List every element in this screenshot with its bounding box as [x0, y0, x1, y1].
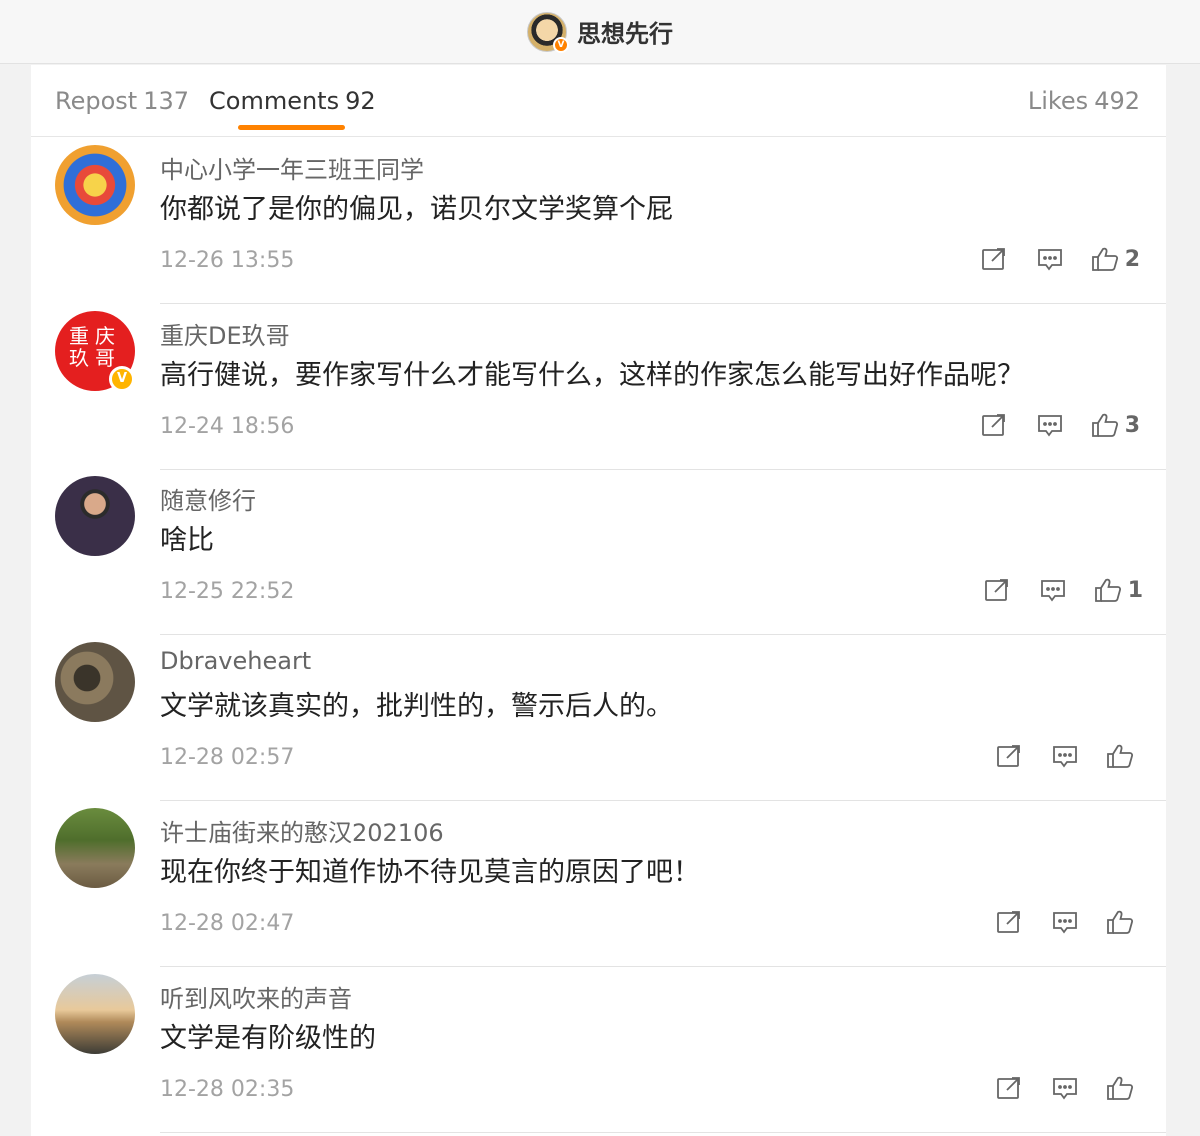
comment-timestamp: 12-26 13:55 — [160, 248, 295, 273]
comment-text: 啥比 — [160, 525, 214, 556]
comment-timestamp: 12-28 02:47 — [160, 911, 295, 936]
share-icon[interactable] — [979, 247, 1009, 271]
active-tab-indicator — [238, 125, 345, 130]
comment-username[interactable]: 听到风吹来的声音 — [160, 979, 352, 1014]
like-count: 3 — [1124, 412, 1140, 438]
verified-badge-icon: V — [553, 36, 569, 53]
account-name[interactable]: 思想先行 — [577, 14, 673, 49]
comment-actions — [994, 1073, 1140, 1103]
comment-actions — [994, 741, 1140, 771]
user-avatar[interactable] — [55, 974, 135, 1054]
user-avatar[interactable] — [55, 808, 135, 888]
comment-username[interactable]: 随意修行 — [160, 481, 256, 516]
account-header[interactable]: V 思想先行 — [527, 11, 673, 53]
comment-item: 重庆玖哥 V 重庆DE玖哥 高行健说，要作家写什么才能写什么，这样的作家怎么能写… — [31, 304, 1166, 470]
comment-text: 文学就该真实的，批判性的，警示后人的。 — [160, 691, 673, 722]
thumbs-up-icon — [1107, 910, 1134, 934]
comment-username[interactable]: 重庆DE玖哥 — [160, 316, 290, 351]
share-icon[interactable] — [994, 1076, 1024, 1100]
thumbs-up-icon — [1107, 744, 1134, 768]
like-button[interactable] — [1106, 1075, 1140, 1101]
user-avatar[interactable] — [55, 145, 135, 225]
user-avatar[interactable] — [55, 476, 135, 556]
share-icon[interactable] — [994, 910, 1024, 934]
tab-repost-label: Repost — [55, 87, 138, 115]
divider — [160, 1132, 1166, 1133]
thumbs-up-icon — [1091, 247, 1118, 271]
like-button[interactable]: 1 — [1094, 577, 1143, 603]
comment-item: Dbraveheart 文学就该真实的，批判性的，警示后人的。 12-28 02… — [31, 635, 1166, 801]
like-count: 2 — [1124, 246, 1140, 272]
share-icon[interactable] — [982, 578, 1012, 602]
tab-comments-count: 92 — [345, 87, 376, 115]
like-button[interactable] — [1106, 909, 1140, 935]
tab-repost[interactable]: Repost 137 — [55, 87, 189, 115]
thumbs-up-icon — [1091, 413, 1118, 437]
comment-icon[interactable] — [1050, 910, 1080, 934]
comment-timestamp: 12-25 22:52 — [160, 579, 295, 604]
user-avatar[interactable] — [55, 642, 135, 722]
comment-item: 随意修行 啥比 12-25 22:52 1 — [31, 469, 1166, 635]
comment-timestamp: 12-28 02:35 — [160, 1077, 295, 1102]
comment-username[interactable]: 中心小学一年三班王同学 — [160, 150, 424, 185]
thumbs-up-icon — [1107, 1076, 1134, 1100]
comment-icon[interactable] — [1050, 744, 1080, 768]
comment-icon[interactable] — [1035, 247, 1065, 271]
like-button[interactable]: 3 — [1091, 412, 1140, 438]
comment-item: 中心小学一年三班王同学 你都说了是你的偏见，诺贝尔文学奖算个屁 12-26 13… — [31, 138, 1166, 304]
comment-username[interactable]: Dbraveheart — [160, 647, 311, 675]
tab-comments-label: Comments — [209, 87, 340, 115]
comment-timestamp: 12-24 18:56 — [160, 414, 295, 439]
comment-actions: 1 — [982, 575, 1143, 605]
tab-likes[interactable]: Likes 492 — [1028, 87, 1140, 115]
comment-icon[interactable] — [1038, 578, 1068, 602]
tab-repost-count: 137 — [143, 87, 190, 115]
tab-bar: Repost 137 Comments 92 Likes 492 — [31, 65, 1166, 137]
comment-item: 许士庙街来的憨汉202106 现在你终于知道作协不待见莫言的原因了吧！ 12-2… — [31, 801, 1166, 967]
comment-icon[interactable] — [1050, 1076, 1080, 1100]
thumbs-up-icon — [1094, 578, 1121, 602]
share-icon[interactable] — [994, 744, 1024, 768]
tab-comments[interactable]: Comments 92 — [209, 87, 376, 115]
like-count: 1 — [1127, 577, 1143, 603]
tab-likes-count: 492 — [1094, 87, 1140, 115]
comment-item: 听到风吹来的声音 文学是有阶级性的 12-28 02:35 — [31, 967, 1166, 1133]
comment-text: 文学是有阶级性的 — [160, 1023, 376, 1054]
account-avatar[interactable]: V — [527, 11, 569, 53]
comment-actions: 3 — [979, 410, 1140, 440]
like-button[interactable] — [1106, 743, 1140, 769]
comment-actions — [994, 907, 1140, 937]
comment-timestamp: 12-28 02:57 — [160, 745, 295, 770]
share-icon[interactable] — [979, 413, 1009, 437]
comment-text: 现在你终于知道作协不待见莫言的原因了吧！ — [160, 857, 700, 888]
comment-text: 你都说了是你的偏见，诺贝尔文学奖算个屁 — [160, 194, 673, 225]
tab-likes-label: Likes — [1027, 87, 1089, 115]
top-bar: V 思想先行 — [0, 0, 1200, 64]
verified-badge-icon: V — [109, 366, 135, 392]
like-button[interactable]: 2 — [1091, 246, 1140, 272]
comment-username[interactable]: 许士庙街来的憨汉202106 — [160, 813, 444, 848]
comment-text: 高行健说，要作家写什么才能写什么，这样的作家怎么能写出好作品呢？ — [160, 360, 1024, 391]
comments-panel: Repost 137 Comments 92 Likes 492 中心小学一年三班王同… — [31, 65, 1166, 1136]
comment-actions: 2 — [979, 244, 1140, 274]
comment-icon[interactable] — [1035, 413, 1065, 437]
